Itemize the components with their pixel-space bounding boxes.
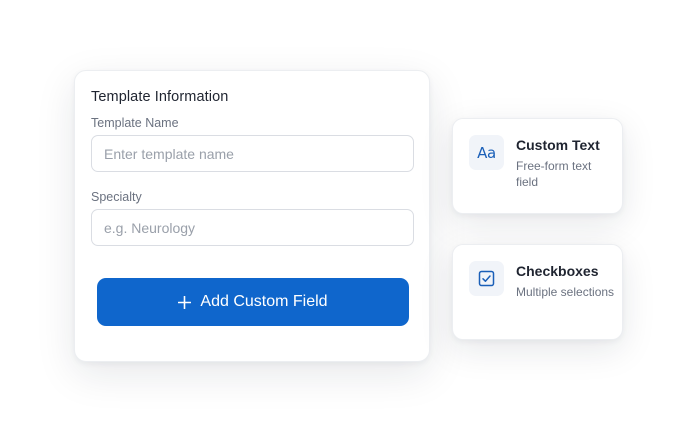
template-name-label: Template Name: [91, 116, 179, 130]
field-type-custom-text[interactable]: Aa Custom Text Free-form text field: [452, 118, 623, 214]
template-name-input[interactable]: [91, 135, 414, 172]
field-type-title: Checkboxes: [516, 263, 599, 279]
field-type-checkboxes[interactable]: Checkboxes Multiple selections: [452, 244, 623, 340]
field-type-description: Multiple selections: [516, 285, 615, 299]
text-format-icon: Aa: [469, 135, 504, 170]
add-custom-field-button[interactable]: Add Custom Field: [97, 278, 409, 326]
checkbox-icon: [469, 261, 504, 296]
text-format-glyph: Aa: [477, 143, 496, 162]
field-type-description: Free-form text field: [516, 159, 592, 189]
section-title: Template Information: [91, 89, 229, 105]
plus-icon: [178, 295, 192, 309]
specialty-label: Specialty: [91, 190, 142, 204]
template-information-card: Template Information Template Name Speci…: [74, 70, 430, 362]
specialty-input[interactable]: [91, 209, 414, 246]
add-custom-field-label: Add Custom Field: [200, 293, 328, 310]
field-type-title: Custom Text: [516, 137, 600, 153]
